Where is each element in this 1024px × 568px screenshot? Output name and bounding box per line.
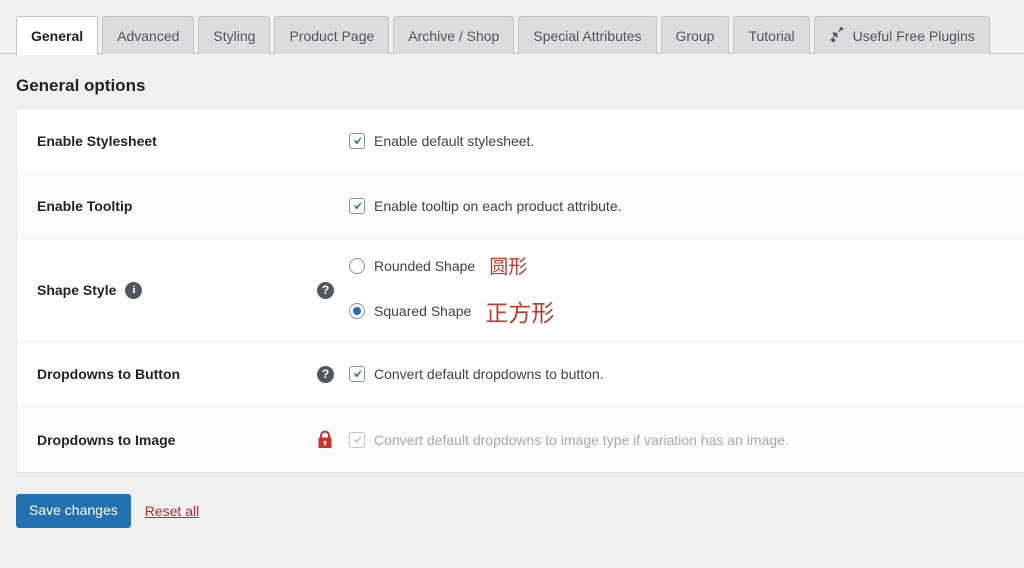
dropdowns-to-image-checkbox — [349, 431, 365, 448]
tab-label: Special Attributes — [533, 27, 642, 44]
dropdowns-to-button-checkbox[interactable] — [349, 366, 365, 382]
tab-advanced[interactable]: Advanced — [102, 16, 195, 54]
reset-all-link[interactable]: Reset all — [145, 503, 199, 519]
squared-shape-annotation: 正方形 — [485, 301, 555, 327]
settings-tab-bar: General Advanced Styling Product Page Ar… — [0, 0, 1024, 55]
enable-tooltip-checkbox[interactable] — [349, 198, 365, 214]
dropdowns-to-image-label: Convert default dropdowns to image type … — [374, 431, 789, 448]
row-field: Convert default dropdowns to image type … — [317, 430, 1024, 449]
setting-row-dropdowns-to-button: Dropdowns to Button ? Convert default dr… — [17, 342, 1024, 407]
row-label: Dropdowns to Button — [37, 366, 317, 382]
setting-row-dropdowns-to-image: Dropdowns to Image Convert default dropd… — [17, 407, 1024, 472]
tab-label: Useful Free Plugins — [852, 27, 975, 44]
lock-icon — [317, 430, 333, 449]
tab-label: Archive / Shop — [408, 27, 500, 44]
tab-label: General — [31, 28, 84, 44]
rounded-shape-annotation: 圆形 — [489, 256, 528, 278]
enable-stylesheet-label[interactable]: Enable default stylesheet. — [374, 133, 534, 149]
tab-useful-free-plugins[interactable]: Useful Free Plugins — [813, 16, 990, 54]
tab-styling[interactable]: Styling — [198, 16, 271, 54]
squared-shape-radio[interactable] — [349, 303, 365, 319]
radio-dot — [353, 307, 361, 315]
enable-stylesheet-checkbox[interactable] — [349, 133, 365, 149]
save-changes-button[interactable]: Save changes — [16, 494, 131, 528]
row-label: Dropdowns to Image — [37, 432, 317, 448]
setting-label: Dropdowns to Image — [37, 431, 176, 448]
setting-row-enable-tooltip: Enable Tooltip Enable tooltip on each pr… — [17, 174, 1024, 239]
setting-row-enable-stylesheet: Enable Stylesheet Enable default stylesh… — [17, 109, 1024, 174]
row-label: Shape Style i — [37, 281, 317, 299]
setting-label: Enable Tooltip — [37, 198, 133, 214]
setting-label: Shape Style — [37, 282, 117, 298]
row-label: Enable Stylesheet — [37, 133, 317, 149]
row-field: ? Rounded Shape 圆形 Squared Shape 正方形 — [317, 248, 1024, 332]
help-slot: ? — [317, 281, 349, 299]
shape-style-radio-group: Rounded Shape 圆形 Squared Shape 正方形 — [349, 248, 554, 332]
help-icon[interactable]: ? — [317, 281, 334, 299]
page-title: General options — [16, 76, 146, 95]
info-icon[interactable]: i — [125, 281, 143, 299]
form-actions: Save changes Reset all — [16, 494, 1024, 528]
help-slot: ? — [317, 365, 349, 383]
tab-general[interactable]: General — [16, 16, 99, 55]
shape-style-option-squared[interactable]: Squared Shape 正方形 — [349, 294, 554, 328]
enable-tooltip-label[interactable]: Enable tooltip on each product attribute… — [374, 198, 622, 214]
megaphone-icon — [829, 26, 846, 44]
tab-label: Product Page — [289, 27, 375, 44]
tab-special-attributes[interactable]: Special Attributes — [518, 16, 657, 54]
tab-group[interactable]: Group — [660, 16, 730, 54]
tab-label: Tutorial — [748, 27, 795, 44]
squared-shape-label[interactable]: Squared Shape — [374, 303, 471, 319]
tab-label: Group — [675, 27, 715, 44]
tab-archive-shop[interactable]: Archive / Shop — [393, 16, 515, 54]
row-label: Enable Tooltip — [37, 198, 317, 214]
rounded-shape-label[interactable]: Rounded Shape — [374, 258, 475, 274]
help-slot — [317, 430, 349, 449]
help-icon[interactable]: ? — [317, 365, 334, 383]
row-field: Enable tooltip on each product attribute… — [317, 198, 1024, 214]
general-options-panel: Enable Stylesheet Enable default stylesh… — [16, 108, 1024, 473]
tab-product-page[interactable]: Product Page — [274, 16, 390, 54]
row-field: Enable default stylesheet. — [317, 133, 1024, 149]
setting-label: Dropdowns to Button — [37, 366, 181, 382]
setting-row-shape-style: Shape Style i ? Rounded Shape 圆形 Squared… — [17, 239, 1024, 342]
tab-tutorial[interactable]: Tutorial — [733, 16, 810, 54]
dropdowns-to-button-label[interactable]: Convert default dropdowns to button. — [374, 366, 604, 382]
tab-label: Styling — [213, 27, 256, 44]
row-field: ? Convert default dropdowns to button. — [317, 365, 1024, 383]
shape-style-option-rounded[interactable]: Rounded Shape 圆形 — [349, 252, 554, 279]
setting-label: Enable Stylesheet — [37, 133, 157, 149]
rounded-shape-radio[interactable] — [349, 257, 365, 274]
tab-label: Advanced — [117, 27, 180, 44]
